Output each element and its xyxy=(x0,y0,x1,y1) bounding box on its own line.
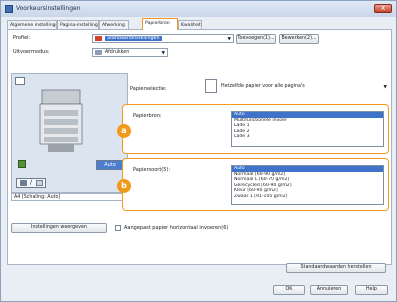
window-title: Voorkeursinstellingen xyxy=(16,5,81,12)
preview-pane: Auto / xyxy=(11,73,128,193)
paper-selection-value: Hetzelfde papier voor alle pagina's xyxy=(221,84,305,89)
preview-status: A4 [Schaling: Auto] xyxy=(11,193,128,201)
paper-type-label: Papiersoort(5): xyxy=(133,167,171,173)
paper-type-section: b Papiersoort(5): Auto Normaal [60-90 g/… xyxy=(117,158,389,211)
profile-select[interactable]: Standaardinstellingen ▼ xyxy=(92,34,234,43)
edit-profile-button[interactable]: Bewerken(2)... xyxy=(279,34,319,44)
page-icon xyxy=(20,180,27,186)
cancel-button[interactable]: Annuleren xyxy=(310,285,348,295)
profile-icon xyxy=(95,36,102,41)
paper-source-list[interactable]: Auto Multifunctionele invoer Lade 1 Lade… xyxy=(231,111,384,147)
close-button[interactable]: X xyxy=(374,4,392,13)
paper-source-label: Papierbron: xyxy=(133,113,162,119)
paper-source-section: a Papierbron: Auto Multifunctionele invo… xyxy=(117,104,389,154)
chevron-down-icon: ▼ xyxy=(161,51,165,56)
paper-selection-label: Papierselectie: xyxy=(130,86,167,92)
add-profile-button[interactable]: Toevoegen(1)... xyxy=(236,34,276,44)
printer-preview-icon xyxy=(39,89,83,152)
profile-value: Standaardinstellingen xyxy=(105,36,162,41)
paper-selection-select[interactable]: Hetzelfde papier voor alle pagina's ▼ xyxy=(219,83,389,92)
output-method-value: Afdrukken xyxy=(105,50,130,55)
printer-app-icon xyxy=(5,5,13,13)
output-method-label: Uitvoermodus: xyxy=(13,49,50,55)
output-method-select[interactable]: Afdrukken ▼ xyxy=(92,48,168,57)
tab-panel: Profiel: Standaardinstellingen ▼ Toevoeg… xyxy=(7,29,392,273)
tab-paper-source[interactable]: Papierbron xyxy=(142,18,178,30)
title-bar: Voorkeursinstellingen X xyxy=(1,1,396,17)
slash-icon: / xyxy=(30,179,33,186)
preferences-window: Voorkeursinstellingen X Algemene instell… xyxy=(0,0,397,302)
drawer-icon xyxy=(18,160,26,168)
auto-source-indicator: Auto xyxy=(96,160,124,170)
layout-toggle-icon[interactable] xyxy=(15,77,25,85)
chevron-down-icon: ▼ xyxy=(227,37,231,42)
callout-badge-b: b xyxy=(117,179,131,193)
restore-defaults-button[interactable]: Standaardwaarden herstellen xyxy=(286,263,386,273)
list-item[interactable]: Lade 3 xyxy=(232,134,383,140)
chevron-down-icon: ▼ xyxy=(383,85,387,90)
manual-feed-checkbox[interactable] xyxy=(115,225,121,231)
page-outline-icon xyxy=(36,180,43,186)
profile-label: Profiel: xyxy=(13,35,31,41)
paper-stack-icon xyxy=(205,79,217,93)
manual-feed-label: Aangepast papier horizontaal invoeren(6) xyxy=(124,225,229,231)
list-item[interactable]: Zwaar 1 [91-105 g/m2] xyxy=(232,194,383,200)
help-button[interactable]: Help xyxy=(355,285,388,295)
ok-button[interactable]: OK xyxy=(273,285,305,295)
paper-preview-toggle[interactable]: / xyxy=(16,178,46,188)
view-settings-button[interactable]: Instellingen weergeven xyxy=(11,223,107,233)
paper-type-list[interactable]: Auto Normaal [60-90 g/m2] Normaal L [60-… xyxy=(231,165,384,205)
callout-badge-a: a xyxy=(117,124,131,138)
print-icon xyxy=(95,50,102,55)
